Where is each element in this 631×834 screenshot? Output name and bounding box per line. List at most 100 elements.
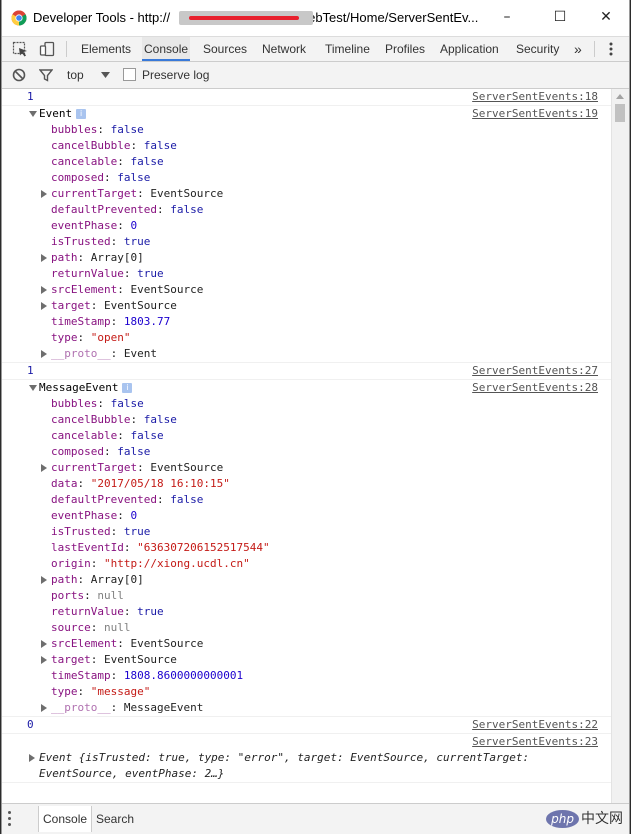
collapse-triangle-icon[interactable]: [29, 385, 37, 391]
expand-triangle-icon[interactable]: [41, 656, 47, 664]
property-key: currentTarget: [51, 187, 138, 200]
property-row: data: "2017/05/18 16:10:15": [51, 477, 230, 490]
drawer-tab-console[interactable]: Console: [38, 806, 93, 832]
expand-triangle-icon[interactable]: [41, 350, 47, 358]
context-selector[interactable]: top: [67, 68, 84, 82]
expand-triangle-icon[interactable]: [41, 576, 47, 584]
expand-triangle-icon[interactable]: [41, 190, 47, 198]
property-row[interactable]: srcElement: EventSource: [2, 282, 612, 298]
source-link[interactable]: ServerSentEvents:18: [472, 89, 598, 105]
close-button[interactable]: ✕: [591, 6, 621, 28]
source-link[interactable]: ServerSentEvents:19: [472, 106, 598, 122]
source-link[interactable]: ServerSentEvents:28: [472, 380, 598, 396]
property-key: timeStamp: [51, 315, 111, 328]
tab-console[interactable]: Console: [142, 37, 191, 61]
info-icon: i: [122, 383, 133, 393]
property-value: null: [104, 621, 131, 634]
expand-triangle-icon[interactable]: [41, 704, 47, 712]
expand-triangle-icon[interactable]: [41, 254, 47, 262]
source-link[interactable]: ServerSentEvents:27: [472, 363, 598, 379]
tab-application[interactable]: Application: [438, 37, 501, 61]
property-key: origin: [51, 557, 91, 570]
property-key: srcElement: [51, 637, 118, 650]
expand-triangle-icon[interactable]: [29, 754, 35, 762]
minimize-button[interactable]: –: [492, 6, 522, 28]
property-row: ports: null: [51, 589, 124, 602]
property-row[interactable]: srcElement: EventSource: [2, 636, 612, 652]
property-row[interactable]: target: EventSource: [2, 298, 612, 314]
property-key: target: [51, 653, 91, 666]
console-scrollbar[interactable]: [611, 89, 629, 804]
property-key: target: [51, 299, 91, 312]
property-value: false: [143, 413, 177, 426]
info-icon: i: [76, 109, 87, 119]
source-link[interactable]: ServerSentEvents:22: [472, 717, 598, 733]
filter-icon[interactable]: [39, 68, 53, 82]
maximize-icon: ☐: [553, 9, 567, 25]
inspect-element-icon[interactable]: [12, 41, 28, 57]
property-row: defaultPrevented: false: [51, 493, 204, 506]
collapse-triangle-icon[interactable]: [29, 111, 37, 117]
property-row[interactable]: path: Array[0]: [2, 572, 612, 588]
property-row[interactable]: currentTarget: EventSource: [2, 460, 612, 476]
property-row: type: "open": [51, 331, 131, 344]
property-row[interactable]: target: EventSource: [2, 652, 612, 668]
property-key: srcElement: [51, 283, 118, 296]
tab-security[interactable]: Security: [514, 37, 561, 61]
property-row: lastEventId: "636307206152517544": [51, 541, 270, 554]
more-tabs-button[interactable]: »: [572, 37, 584, 61]
scroll-up-icon[interactable]: [616, 94, 624, 99]
clear-console-icon[interactable]: [12, 68, 26, 82]
drawer-bar: Console Search php 中文网: [2, 803, 629, 834]
property-value: false: [117, 171, 151, 184]
property-key: path: [51, 573, 78, 586]
property-key: type: [51, 331, 78, 344]
more-options-icon[interactable]: [603, 41, 619, 57]
property-row: eventPhase: 0: [51, 509, 138, 522]
property-key: currentTarget: [51, 461, 138, 474]
property-row[interactable]: __proto__: Event: [2, 346, 612, 362]
object-properties: bubbles: false cancelBubble: false cancela…: [2, 122, 612, 362]
object-name[interactable]: Event i: [39, 106, 87, 122]
drawer-menu-icon[interactable]: [8, 811, 12, 829]
scrollbar-thumb[interactable]: [615, 104, 625, 122]
object-summary[interactable]: Event {isTrusted: true, type: "error", t…: [39, 750, 529, 766]
object-summary[interactable]: EventSource, eventPhase: 2…}: [39, 766, 224, 782]
property-row[interactable]: path: Array[0]: [2, 250, 612, 266]
device-toolbar-icon[interactable]: [39, 41, 55, 57]
property-value: Event: [123, 347, 157, 360]
expand-triangle-icon[interactable]: [41, 464, 47, 472]
drawer-tab-search[interactable]: Search: [92, 806, 138, 832]
source-link[interactable]: ServerSentEvents:23: [472, 734, 598, 750]
chevron-down-icon[interactable]: [101, 72, 110, 78]
property-row: cancelBubble: false: [51, 413, 177, 426]
expand-triangle-icon[interactable]: [41, 302, 47, 310]
property-row: origin: "http://xiong.ucdl.cn": [51, 557, 250, 570]
console-message: MessageEvent i ServerSentEvents:28 bubble…: [2, 380, 612, 717]
watermark: php 中文网: [546, 808, 623, 828]
expand-triangle-icon[interactable]: [41, 640, 47, 648]
tab-profiles[interactable]: Profiles: [383, 37, 427, 61]
property-key: returnValue: [51, 605, 124, 618]
maximize-button[interactable]: ☐: [545, 6, 575, 28]
property-row: isTrusted: true: [51, 235, 151, 248]
expand-triangle-icon[interactable]: [41, 286, 47, 294]
property-row[interactable]: currentTarget: EventSource: [2, 186, 612, 202]
devtools-window: Developer Tools - http:// WebTest/Home/Se…: [2, 0, 629, 834]
property-value: true: [137, 267, 164, 280]
tab-network[interactable]: Network: [260, 37, 308, 61]
console-message: Event i ServerSentEvents:19 bubbles: fals…: [2, 106, 612, 363]
toolbar-separator: [66, 41, 67, 57]
tab-sources[interactable]: Sources: [201, 37, 249, 61]
object-name[interactable]: MessageEvent i: [39, 380, 133, 396]
preserve-log-checkbox[interactable]: [123, 68, 136, 81]
tab-elements[interactable]: Elements: [79, 37, 133, 61]
property-row[interactable]: __proto__: MessageEvent: [2, 700, 612, 716]
property-key: __proto__: [51, 347, 111, 360]
property-value: false: [130, 429, 164, 442]
property-row: cancelBubble: false: [51, 139, 177, 152]
tab-timeline[interactable]: Timeline: [323, 37, 372, 61]
property-value: "message": [90, 685, 151, 698]
property-value: true: [123, 235, 151, 248]
php-logo: php: [546, 810, 579, 828]
